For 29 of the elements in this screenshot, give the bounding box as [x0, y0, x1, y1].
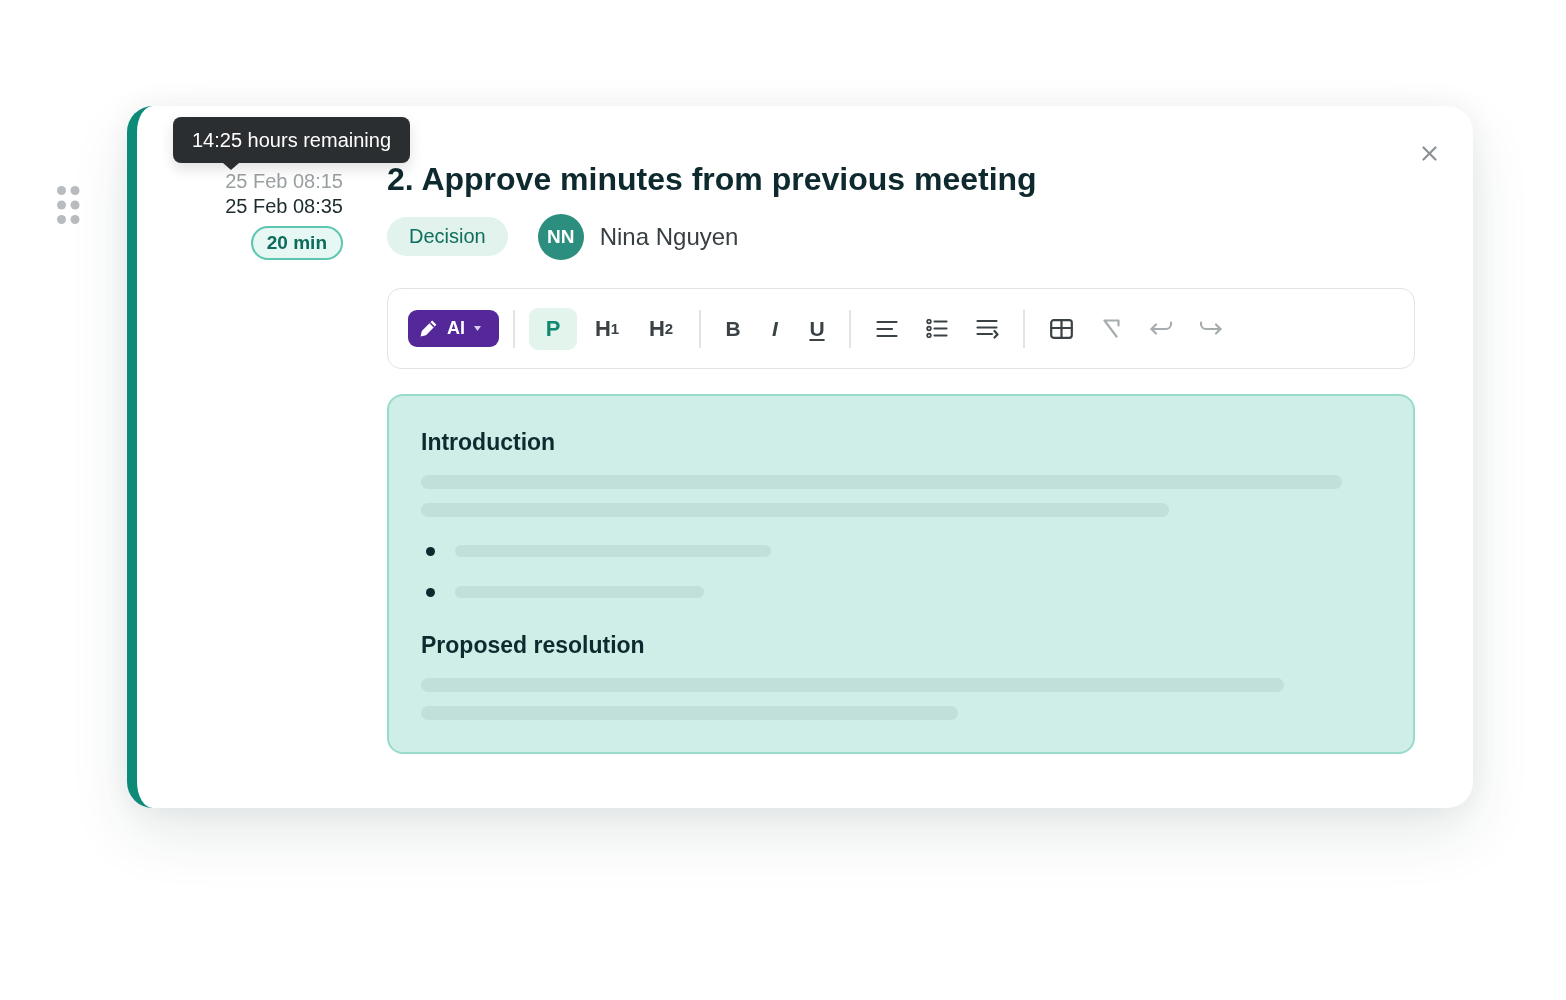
category-tag: Decision	[387, 217, 508, 256]
wrap-text-icon	[975, 318, 999, 339]
avatar: NN	[537, 213, 584, 260]
italic-button[interactable]: I	[757, 307, 793, 350]
align-left-icon	[876, 319, 898, 338]
underline-button[interactable]: U	[799, 307, 835, 350]
tooltip-pointer-icon	[223, 163, 239, 170]
drag-handle-icon[interactable]	[57, 186, 80, 224]
bullet-list-icon	[926, 319, 948, 338]
item-title: 2. Approve minutes from previous meeting	[387, 163, 1038, 196]
ai-button[interactable]: AI	[408, 310, 499, 347]
bold-button[interactable]: B	[715, 307, 751, 350]
redo-icon	[1199, 321, 1223, 336]
close-icon	[1421, 145, 1437, 161]
presenter-name: Nina Nguyen	[599, 222, 739, 251]
start-time: 25 Feb 08:15	[225, 171, 343, 191]
clear-format-icon	[1102, 319, 1120, 338]
table-icon	[1049, 318, 1073, 339]
text-style-button[interactable]: P	[529, 307, 577, 350]
bullet-icon	[426, 587, 435, 597]
duration-badge: 20 min	[250, 226, 343, 260]
end-time: 25 Feb 08:35	[225, 196, 343, 216]
pencil-icon	[419, 319, 438, 338]
tooltip: 14:25 hours remaining	[173, 117, 410, 163]
section-heading: Proposed resolution	[421, 631, 645, 659]
caret-icon	[474, 326, 481, 331]
bullet-icon	[426, 546, 435, 556]
undo-icon	[1149, 321, 1173, 336]
section-heading: Introduction	[421, 428, 556, 456]
